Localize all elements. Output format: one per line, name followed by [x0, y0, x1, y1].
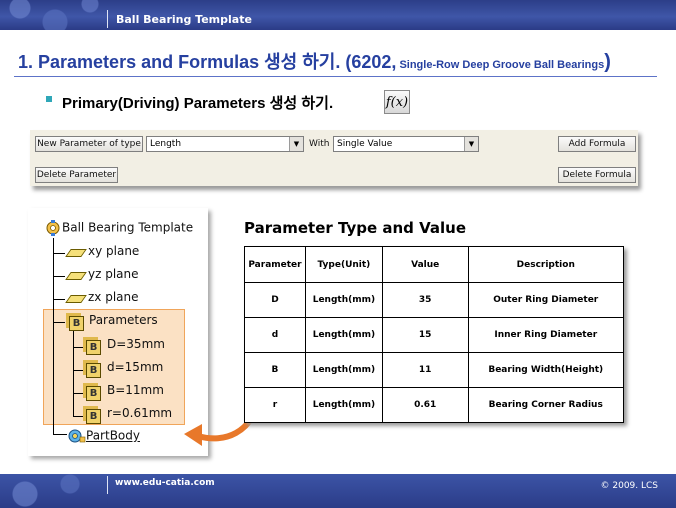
tree-line	[73, 416, 83, 417]
page-title-main: 1. Parameters and Formulas 생성 하기. (6202,	[18, 52, 397, 72]
tree-yz-plane[interactable]: yz plane	[88, 267, 139, 281]
table-cell: Inner Ring Diameter	[467, 317, 624, 353]
tree-zx-plane[interactable]: zx plane	[88, 290, 139, 304]
column-header: Value	[381, 246, 469, 283]
tree-parameters[interactable]: Parameters	[89, 313, 158, 327]
tree-line	[53, 299, 65, 300]
table-header-row: Parameter Type(Unit) Value Description	[244, 246, 624, 283]
tree-xy-plane[interactable]: xy plane	[88, 244, 139, 258]
footer-bar: www.edu-catia.com © 2009. LCS	[0, 474, 676, 508]
table-row: r Length(mm) 0.61 Bearing Corner Radius	[244, 387, 624, 423]
tree-param-B[interactable]: B=11mm	[107, 383, 164, 397]
footer-divider	[107, 476, 108, 494]
table-cell: 35	[381, 282, 469, 318]
footer-url[interactable]: www.edu-catia.com	[115, 478, 215, 488]
table-cell: Bearing Corner Radius	[467, 387, 624, 423]
page-title: 1. Parameters and Formulas 생성 하기. (6202,…	[18, 48, 611, 74]
column-header: Description	[467, 246, 624, 283]
table-row: d Length(mm) 15 Inner Ring Diameter	[244, 317, 624, 353]
table-cell: Length(mm)	[304, 282, 383, 318]
table-title: Parameter Type and Value	[244, 219, 467, 237]
table-cell: B	[244, 352, 306, 388]
table-cell: D	[244, 282, 306, 318]
new-parameter-button[interactable]: New Parameter of type	[35, 136, 143, 152]
header-title: Ball Bearing Template	[116, 13, 252, 26]
column-header: Type(Unit)	[304, 246, 383, 283]
tree-partbody[interactable]: PartBody	[66, 428, 140, 444]
delete-formula-button[interactable]: Delete Formula	[558, 167, 636, 183]
tree-param-D[interactable]: D=35mm	[107, 337, 165, 351]
parameter-icon: B	[86, 363, 101, 378]
parameter-type-select[interactable]: Length ▼	[146, 136, 304, 152]
tree-line	[73, 347, 83, 348]
table-cell: Length(mm)	[304, 387, 383, 423]
header-bar: Ball Bearing Template	[0, 0, 676, 30]
tree-partbody-label: PartBody	[86, 428, 140, 443]
header-decoration	[0, 0, 130, 30]
tree-line	[53, 434, 67, 435]
with-value: Single Value	[337, 139, 393, 149]
chevron-down-icon[interactable]: ▼	[464, 137, 478, 151]
table-cell: Outer Ring Diameter	[467, 282, 624, 318]
with-value-select[interactable]: Single Value ▼	[333, 136, 479, 152]
formula-fx-icon[interactable]: f(x)	[384, 90, 410, 114]
add-formula-button[interactable]: Add Formula	[558, 136, 636, 152]
parameter-type-value: Length	[150, 139, 182, 149]
footer-copyright: © 2009. LCS	[600, 481, 659, 491]
parameters-folder-icon: B	[69, 316, 84, 331]
column-header: Parameter	[244, 246, 306, 283]
table-row: D Length(mm) 35 Outer Ring Diameter	[244, 282, 624, 318]
table-cell: 0.61	[381, 387, 469, 423]
footer-decoration	[0, 474, 120, 508]
tree-line	[53, 276, 65, 277]
partbody-gear-icon	[66, 428, 86, 444]
parameter-toolbar: New Parameter of type Length ▼ With Sing…	[30, 130, 638, 186]
header-divider	[107, 10, 108, 28]
table-cell: d	[244, 317, 306, 353]
parameter-icon: B	[86, 340, 101, 355]
tree-line	[73, 330, 74, 416]
page-title-close: )	[604, 51, 611, 73]
tree-line	[53, 238, 54, 434]
tree-root-label: Ball Bearing Template	[62, 220, 194, 235]
table-cell: r	[244, 387, 306, 423]
with-label: With	[309, 139, 330, 149]
tree-line	[73, 393, 83, 394]
tree-param-d[interactable]: d=15mm	[107, 360, 163, 374]
table-cell: Bearing Width(Height)	[467, 352, 624, 388]
chevron-down-icon[interactable]: ▼	[289, 137, 303, 151]
subheading: Primary(Driving) Parameters 생성 하기.	[62, 95, 334, 112]
table-cell: Length(mm)	[304, 317, 383, 353]
tree-root[interactable]: Ball Bearing Template	[44, 220, 193, 236]
title-divider	[14, 76, 657, 77]
table-cell: 15	[381, 317, 469, 353]
delete-parameter-button[interactable]: Delete Parameter	[35, 167, 118, 183]
table-row: B Length(mm) 11 Bearing Width(Height)	[244, 352, 624, 388]
parameter-icon: B	[86, 386, 101, 401]
bullet-icon	[46, 96, 52, 102]
tree-param-r[interactable]: r=0.61mm	[107, 406, 172, 420]
tree-line	[53, 322, 65, 323]
tree-line	[73, 370, 83, 371]
table-cell: 11	[381, 352, 469, 388]
parameter-table: Parameter Type(Unit) Value Description D…	[244, 246, 624, 423]
part-gear-icon	[44, 220, 62, 236]
parameter-icon: B	[86, 409, 101, 424]
tree-line	[53, 253, 65, 254]
table-cell: Length(mm)	[304, 352, 383, 388]
page-title-small: Single-Row Deep Groove Ball Bearings	[396, 59, 605, 71]
